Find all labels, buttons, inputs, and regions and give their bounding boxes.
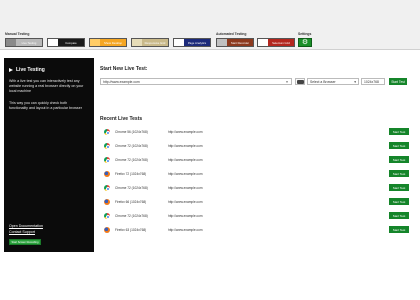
start-recorder-button[interactable]: Start Recorder (216, 38, 254, 47)
resolution-input[interactable] (361, 78, 385, 85)
selenium-grid-icon (258, 39, 268, 46)
responsive-grid-button[interactable]: Responsive Grid (131, 38, 169, 47)
list-item: Firefox 66 (1024x768) http://www.example.… (100, 196, 410, 210)
chrome-icon (104, 129, 111, 136)
start-test-button[interactable]: Start Test (389, 78, 407, 85)
row-browser: Chrome 72 (1024x768) (115, 158, 148, 162)
row-url: http://www.example.com (168, 186, 203, 190)
row-start-test-button[interactable]: Start Test (389, 226, 409, 233)
row-start-test-button[interactable]: Start Test (389, 128, 409, 135)
list-item: Firefox 63 (1024x768) http://www.example.… (100, 224, 410, 238)
sidebar-title-text: Live Testing (16, 67, 45, 73)
firefox-icon (104, 227, 110, 233)
sidebar-description: With a live test you can interactively t… (9, 79, 84, 93)
compare-icon (48, 39, 58, 46)
chrome-icon (104, 213, 111, 220)
row-browser: Chrome 56 (1024x768) (115, 130, 148, 134)
selenium-grid-label: Selenium Grid (272, 40, 290, 45)
page-analytics-label: Page Analytics (187, 40, 207, 45)
firefox-icon (104, 199, 110, 205)
main-panel: Start New Live Test: ▾ Select a Browser … (95, 58, 411, 252)
app-window: Manual Testing Automated Testing Setting… (0, 0, 420, 300)
list-item: Chrome 72 (1024x768) http://www.example.c… (100, 182, 410, 196)
chevron-down-icon: ▾ (354, 79, 356, 84)
row-url: http://www.example.com (168, 130, 203, 134)
row-browser: Chrome 72 (1024x768) (115, 186, 148, 190)
row-browser: Firefox 63 (1024x768) (115, 228, 147, 232)
start-recorder-label: Start Recorder (230, 40, 250, 45)
row-browser: Chrome 72 (1024x768) (115, 144, 148, 148)
toolbar: Manual Testing Automated Testing Setting… (0, 0, 420, 50)
row-start-test-button[interactable]: Start Test (389, 212, 409, 219)
group-label-automated: Automated Testing (216, 32, 247, 36)
show-desktop-button[interactable]: Show Desktop (89, 38, 127, 47)
list-item: Firefox 72 (1024x768) http://www.example.… (100, 168, 410, 182)
sidebar-description-2: This way you can quickly check both func… (9, 101, 82, 110)
start-screen-recording-button[interactable]: Start Screen Recording (9, 239, 41, 245)
page-analytics-button[interactable]: Page Analytics (173, 38, 211, 47)
browser-select[interactable]: Select a Browser ▾ (307, 78, 359, 85)
row-url: http://www.example.com (168, 214, 203, 218)
chrome-icon (104, 185, 111, 192)
row-url: http://www.example.com (168, 228, 203, 232)
row-browser: Firefox 72 (1024x768) (115, 172, 147, 176)
open-documentation-link[interactable]: Open Documentation (9, 224, 43, 228)
firefox-icon (104, 171, 110, 177)
live-testing-icon (6, 39, 16, 46)
row-browser: Chrome 72 (1024x768) (115, 214, 148, 218)
chrome-icon (104, 143, 111, 150)
selenium-grid-button[interactable]: Selenium Grid (257, 38, 295, 47)
start-recorder-icon (217, 39, 227, 46)
row-url: http://www.example.com (168, 200, 203, 204)
list-item: Chrome 72 (1024x768) http://www.example.c… (100, 210, 410, 224)
list-item: Chrome 72 (1024x768) http://www.example.c… (100, 140, 410, 154)
sidebar-title: Live Testing (9, 67, 45, 73)
show-desktop-icon (90, 39, 100, 46)
row-url: http://www.example.com (168, 172, 203, 176)
compare-label: Compare (65, 40, 77, 45)
folder-icon (296, 79, 304, 84)
row-url: http://www.example.com (168, 144, 203, 148)
responsive-grid-label: Responsive Grid (144, 40, 166, 45)
settings-button[interactable]: ⚙ (298, 38, 312, 47)
group-label-manual: Manual Testing (5, 32, 30, 36)
row-start-test-button[interactable]: Start Test (389, 184, 409, 191)
browser-select-value: Select a Browser (310, 79, 336, 84)
gear-icon: ⚙ (301, 39, 309, 46)
url-input[interactable] (100, 78, 292, 85)
group-label-settings: Settings (298, 32, 312, 36)
page-analytics-icon (174, 39, 184, 46)
contact-support-link[interactable]: Contact Support (9, 230, 35, 234)
row-start-test-button[interactable]: Start Test (389, 156, 409, 163)
recent-tests-list: Chrome 56 (1024x768) http://www.example.c… (100, 126, 410, 238)
recent-tests-heading: Recent Live Tests (100, 116, 143, 122)
play-icon (9, 68, 13, 72)
list-item: Chrome 72 (1024x768) http://www.example.c… (100, 154, 410, 168)
live-testing-button[interactable]: Live Testing (5, 38, 43, 47)
row-url: http://www.example.com (168, 158, 203, 162)
list-item: Chrome 56 (1024x768) http://www.example.c… (100, 126, 410, 140)
row-start-test-button[interactable]: Start Test (389, 142, 409, 149)
sidebar: Live Testing With a live test you can in… (4, 58, 94, 252)
row-start-test-button[interactable]: Start Test (389, 170, 409, 177)
start-test-heading: Start New Live Test: (100, 66, 148, 72)
folder-button[interactable] (295, 78, 305, 85)
row-start-test-button[interactable]: Start Test (389, 198, 409, 205)
show-desktop-label: Show Desktop (103, 40, 123, 45)
chrome-icon (104, 157, 111, 164)
row-browser: Firefox 66 (1024x768) (115, 200, 147, 204)
compare-button[interactable]: Compare (47, 38, 85, 47)
responsive-grid-icon (132, 39, 142, 46)
live-testing-label: Live Testing (21, 40, 37, 45)
